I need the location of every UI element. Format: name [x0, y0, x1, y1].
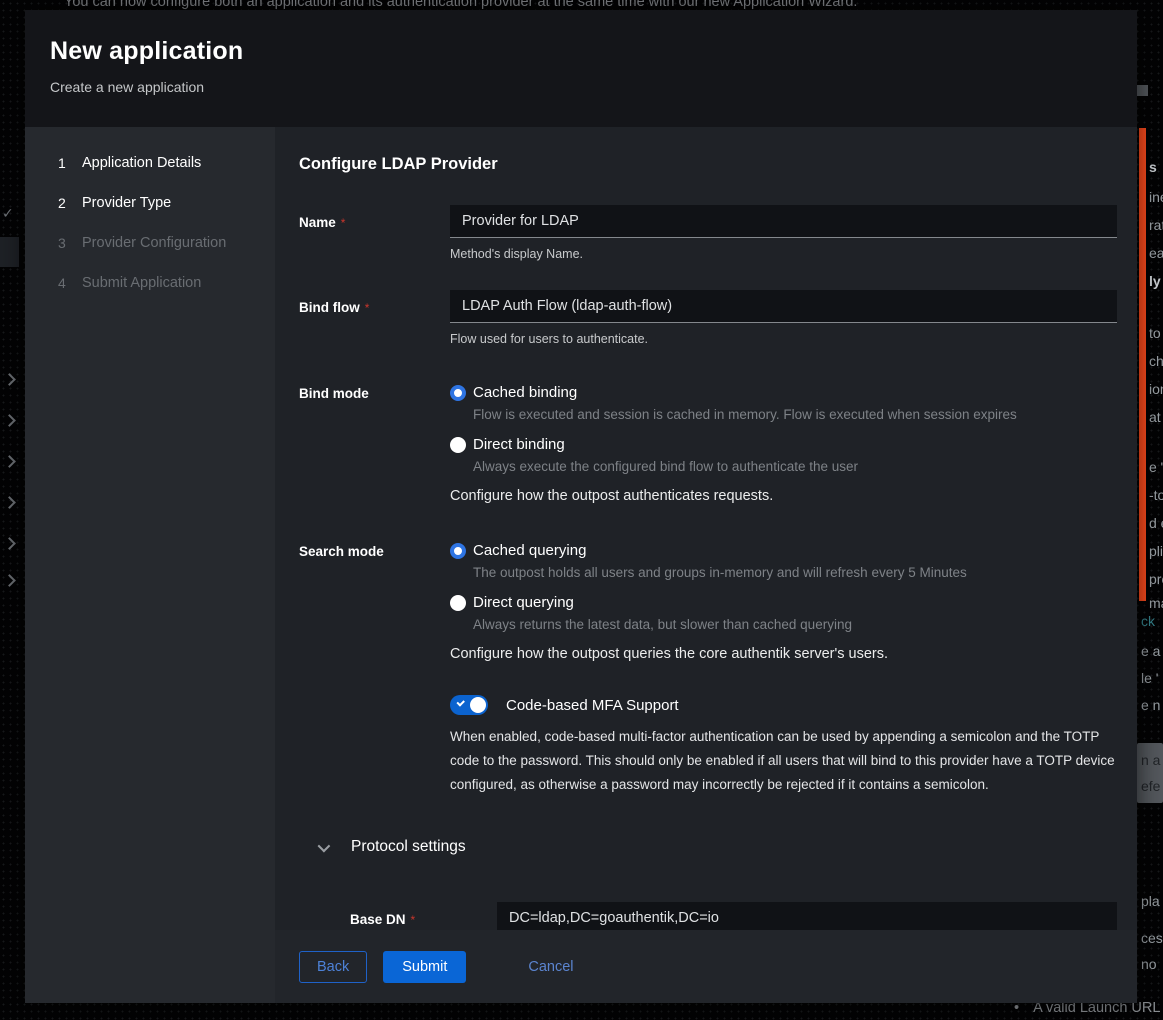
background-highlight-fragment	[0, 237, 19, 267]
radio-cached-binding[interactable]	[450, 385, 466, 401]
cancel-button[interactable]: Cancel	[528, 959, 573, 975]
submit-button[interactable]: Submit	[383, 951, 466, 983]
background-text-fragment: ion	[1149, 381, 1163, 397]
chevron-right-icon	[3, 373, 16, 386]
background-square-fragment	[1137, 85, 1148, 96]
name-help: Method's display Name.	[450, 247, 1117, 261]
background-banner-text: You can now configure both an applicatio…	[64, 0, 857, 10]
required-marker: *	[341, 216, 346, 230]
bind-mode-label: Bind mode	[299, 386, 369, 401]
bind-flow-input[interactable]	[450, 290, 1117, 323]
chevron-right-icon	[3, 455, 16, 468]
protocol-settings-title: Protocol settings	[351, 838, 466, 856]
step-provider-configuration: 3 Provider Configuration	[25, 223, 275, 263]
step-label: Provider Configuration	[82, 235, 226, 251]
name-input[interactable]	[450, 205, 1117, 238]
radio-direct-binding[interactable]	[450, 437, 466, 453]
step-submit-application: 4 Submit Application	[25, 263, 275, 303]
required-marker: *	[411, 913, 416, 927]
step-number: 1	[58, 155, 82, 171]
search-mode-label: Search mode	[299, 544, 384, 559]
background-text-fragment: pla	[1141, 893, 1160, 909]
background-text-fragment: le '	[1141, 670, 1158, 686]
step-label: Application Details	[82, 155, 201, 171]
bind-flow-help: Flow used for users to authenticate.	[450, 332, 1117, 346]
mfa-toggle-label[interactable]: Code-based MFA Support	[506, 697, 679, 714]
back-button[interactable]: Back	[299, 951, 367, 983]
radio-cached-querying[interactable]	[450, 543, 466, 559]
step-number: 3	[58, 235, 82, 251]
background-text-fragment: to	[1149, 325, 1161, 341]
wizard-footer: Back Submit Cancel	[275, 930, 1137, 1003]
radio-cached-binding-label[interactable]: Cached binding	[473, 384, 577, 401]
background-text-fragment: plic	[1149, 543, 1163, 559]
step-number: 4	[58, 275, 82, 291]
background-text-fragment: ch	[1149, 353, 1163, 369]
background-text-fragment: at	[1149, 409, 1161, 425]
new-application-modal: New application Create a new application…	[25, 10, 1137, 1003]
background-text-fragment: efe	[1141, 778, 1160, 794]
background-text-fragment: no	[1141, 956, 1157, 972]
wizard-steps-nav: 1 Application Details 2 Provider Type 3 …	[25, 127, 275, 1003]
background-text-fragment: ea	[1149, 245, 1163, 261]
direct-binding-help: Always execute the configured bind flow …	[450, 459, 1117, 474]
radio-direct-binding-label[interactable]: Direct binding	[473, 436, 565, 453]
direct-querying-help: Always returns the latest data, but slow…	[450, 617, 1117, 632]
check-icon: ✓	[2, 206, 14, 222]
chevron-down-icon	[318, 839, 331, 852]
background-text-fragment: -to	[1149, 487, 1163, 503]
background-text-fragment: ces	[1141, 930, 1163, 946]
mfa-toggle[interactable]	[450, 695, 488, 715]
step-label: Submit Application	[82, 275, 201, 291]
background-text-fragment: d e	[1149, 515, 1163, 531]
check-icon	[456, 698, 464, 706]
step-number: 2	[58, 195, 82, 211]
background-text-fragment: e "c	[1149, 459, 1163, 475]
modal-title: New application	[50, 37, 1112, 66]
base-dn-input[interactable]	[497, 902, 1117, 930]
step-provider-type[interactable]: 2 Provider Type	[25, 183, 275, 223]
background-text-fragment: e a	[1141, 643, 1160, 659]
required-marker: *	[365, 301, 370, 315]
bind-mode-help: Configure how the outpost authenticates …	[450, 488, 1117, 504]
provider-form: Configure LDAP Provider Name * Method's d…	[275, 127, 1137, 930]
cached-querying-help: The outpost holds all users and groups i…	[450, 565, 1117, 580]
protocol-settings-expander[interactable]: Protocol settings	[299, 838, 1117, 856]
chevron-right-icon	[3, 414, 16, 427]
background-text-fragment: e n	[1141, 697, 1160, 713]
chevron-right-icon	[3, 574, 16, 587]
step-application-details[interactable]: 1 Application Details	[25, 143, 275, 183]
radio-cached-querying-label[interactable]: Cached querying	[473, 542, 586, 559]
modal-subtitle: Create a new application	[50, 79, 1112, 95]
orange-accent-bar	[1139, 128, 1146, 601]
bind-flow-label: Bind flow	[299, 300, 360, 315]
name-label: Name	[299, 215, 336, 230]
step-label: Provider Type	[82, 195, 171, 211]
toggle-knob	[470, 697, 486, 713]
radio-direct-querying[interactable]	[450, 595, 466, 611]
background-text-fragment: s	[1149, 159, 1157, 175]
background-text-fragment: ma	[1149, 595, 1163, 611]
cached-binding-help: Flow is executed and session is cached i…	[450, 407, 1117, 422]
form-heading: Configure LDAP Provider	[299, 155, 1117, 174]
radio-direct-querying-label[interactable]: Direct querying	[473, 594, 574, 611]
base-dn-label: Base DN	[350, 912, 406, 927]
modal-header: New application Create a new application	[25, 10, 1137, 127]
background-text-fragment: ine	[1149, 189, 1163, 205]
chevron-right-icon	[3, 537, 16, 550]
background-text-fragment: ck	[1141, 613, 1155, 629]
chevron-right-icon	[3, 496, 16, 509]
search-mode-help: Configure how the outpost queries the co…	[450, 646, 1117, 662]
page: { "colors": { "accent": "#0a66d6", "oran…	[0, 0, 1163, 1020]
background-left-strip: ✓	[0, 0, 25, 1020]
background-text-fragment: pro	[1149, 571, 1163, 587]
background-text-fragment: n a	[1141, 752, 1160, 768]
background-text-fragment: rat	[1149, 217, 1163, 233]
background-text-fragment: ly a	[1149, 273, 1163, 289]
mfa-help: When enabled, code-based multi-factor au…	[450, 725, 1117, 797]
